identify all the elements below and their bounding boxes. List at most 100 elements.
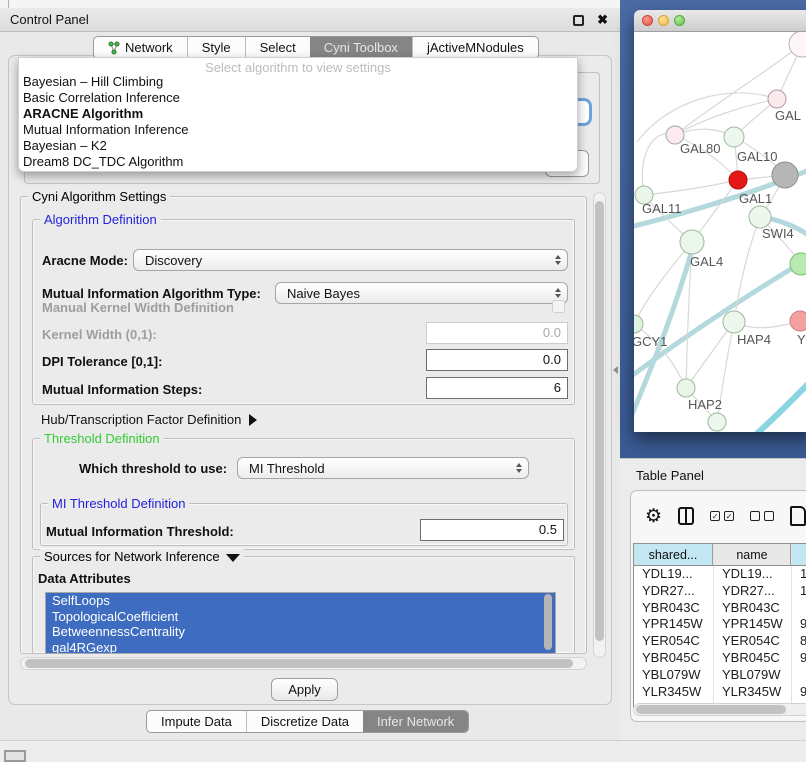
- zoom-traffic-light-icon[interactable]: [674, 15, 685, 26]
- mi-steps-input[interactable]: 6: [426, 377, 568, 399]
- algorithm-option[interactable]: Bayesian – K2: [19, 138, 577, 154]
- hscroll-thumb[interactable]: [25, 659, 573, 668]
- manual-kernel-checkbox[interactable]: [552, 300, 565, 313]
- network-edge[interactable]: [675, 99, 777, 135]
- network-node[interactable]: [677, 379, 695, 397]
- algorithm-option-selected[interactable]: ARACNE Algorithm: [19, 106, 577, 122]
- network-node-label: GAL80: [680, 141, 720, 156]
- tab-impute-data[interactable]: Impute Data: [147, 711, 246, 732]
- list-scrollbar[interactable]: [544, 594, 552, 650]
- table-header: shared... name A: [634, 544, 806, 566]
- control-panel-title: Control Panel: [0, 12, 89, 27]
- screen: Control Panel ✖ Network Style Select: [0, 0, 806, 762]
- gear-icon[interactable]: ⚙: [645, 505, 662, 528]
- tab-cyni-toolbox[interactable]: Cyni Toolbox: [310, 37, 412, 58]
- kernel-width-input[interactable]: 0.0: [426, 322, 568, 344]
- tab-select[interactable]: Select: [245, 37, 310, 58]
- mi-type-combo[interactable]: Naive Bayes: [275, 282, 568, 304]
- network-edge[interactable]: [634, 260, 806, 380]
- network-edge[interactable]: [752, 376, 806, 432]
- columns-icon[interactable]: [678, 507, 694, 525]
- close-icon[interactable]: ✖: [597, 12, 608, 28]
- cyni-settings-title: Cyni Algorithm Settings: [28, 189, 170, 204]
- table-hscroll-thumb[interactable]: [636, 705, 786, 714]
- network-node[interactable]: [708, 413, 726, 431]
- bottom-tabs: Impute Data Discretize Data Infer Networ…: [146, 710, 469, 733]
- network-node-label: GAL11: [642, 201, 682, 216]
- network-node[interactable]: [723, 311, 745, 333]
- page-icon[interactable]: [790, 506, 806, 526]
- network-node-label: GAL1: [739, 191, 772, 206]
- bottom-strip: [0, 740, 806, 762]
- network-node[interactable]: [790, 311, 806, 331]
- float-window-icon[interactable]: [573, 15, 584, 26]
- apply-button[interactable]: Apply: [271, 678, 338, 701]
- table-row[interactable]: YBR043CYBR043C: [634, 600, 806, 617]
- mi-type-label: Mutual Information Algorithm Type:: [42, 286, 261, 301]
- tab-network-label: Network: [125, 40, 173, 55]
- network-node[interactable]: [790, 253, 806, 275]
- table-hscrollbar[interactable]: [633, 703, 806, 716]
- close-traffic-light-icon[interactable]: [642, 15, 653, 26]
- network-window-titlebar[interactable]: [634, 10, 806, 32]
- network-node[interactable]: [729, 171, 747, 189]
- tab-infer-network[interactable]: Infer Network: [363, 711, 468, 732]
- tab-network[interactable]: Network: [94, 37, 187, 58]
- table-row[interactable]: YBR045CYBR045C9.: [634, 650, 806, 667]
- network-node-label: GAL4: [690, 254, 723, 269]
- network-node[interactable]: [724, 127, 744, 147]
- algorithm-dropdown-popup: Select algorithm to view settings Bayesi…: [18, 57, 578, 172]
- settings-vscrollbar[interactable]: [593, 192, 606, 658]
- table-row[interactable]: YER054CYER054C8.: [634, 633, 806, 650]
- column-header-shared[interactable]: shared...: [634, 544, 713, 565]
- settings-hscrollbar[interactable]: [20, 657, 587, 670]
- table-row[interactable]: YLR345WYLR345W9.: [634, 684, 806, 701]
- network-node[interactable]: [680, 230, 704, 254]
- hub-definition-expander[interactable]: Hub/Transcription Factor Definition: [41, 412, 257, 427]
- list-item[interactable]: SelfLoops: [46, 593, 555, 609]
- network-node-label: GAL10: [737, 149, 777, 164]
- list-item[interactable]: TopologicalCoefficient: [46, 609, 555, 625]
- which-threshold-combo[interactable]: MI Threshold: [237, 457, 529, 479]
- collapse-arrow-icon[interactable]: [226, 554, 240, 562]
- column-header-third[interactable]: A: [791, 544, 806, 565]
- split-divider-arrow[interactable]: [613, 366, 618, 374]
- top-tick: [8, 0, 9, 8]
- aracne-mode-label: Aracne Mode:: [42, 253, 128, 268]
- algorithm-option[interactable]: Bayesian – Hill Climbing: [19, 74, 577, 90]
- table-panel-title: Table Panel: [636, 468, 704, 483]
- table-row[interactable]: YDL19...YDL19...13: [634, 566, 806, 583]
- network-node[interactable]: [749, 206, 771, 228]
- data-attributes-list[interactable]: SelfLoops TopologicalCoefficient Between…: [45, 592, 556, 654]
- unchecked-boxes-icon[interactable]: [750, 511, 774, 521]
- table-row[interactable]: YBL079WYBL079W: [634, 667, 806, 684]
- column-header-name[interactable]: name: [713, 544, 791, 565]
- table-row[interactable]: YPR145WYPR145W9.: [634, 616, 806, 633]
- vscroll-thumb[interactable]: [595, 201, 604, 641]
- aracne-mode-combo[interactable]: Discovery: [133, 249, 568, 271]
- network-node[interactable]: [789, 32, 806, 57]
- tab-style[interactable]: Style: [187, 37, 245, 58]
- node-table: shared... name A YDL19...YDL19...13 YDR2…: [633, 543, 806, 709]
- list-item[interactable]: BetweennessCentrality: [46, 624, 555, 640]
- algorithm-option[interactable]: Dream8 DC_TDC Algorithm: [19, 154, 577, 170]
- tab-jactivemnodules[interactable]: jActiveMNodules: [412, 37, 538, 58]
- table-row[interactable]: YDR27...YDR27...12: [634, 583, 806, 600]
- table-toolbar: ⚙ ✓✓: [631, 491, 806, 541]
- algorithm-option[interactable]: Basic Correlation Inference: [19, 90, 577, 106]
- network-view[interactable]: GALGAL80GAL10GAL1GAL11SWI4GAL4HAP4YGCY1H…: [634, 32, 806, 432]
- network-edge[interactable]: [644, 180, 738, 195]
- algorithm-option[interactable]: Mutual Information Inference: [19, 122, 577, 138]
- dpi-tolerance-input[interactable]: 0.0: [426, 349, 568, 371]
- network-node[interactable]: [772, 162, 798, 188]
- dpi-tolerance-label: DPI Tolerance [0,1]:: [42, 354, 162, 369]
- network-edge[interactable]: [734, 217, 760, 322]
- minimized-panel-icon[interactable]: [4, 750, 26, 762]
- network-node-label: Y: [797, 332, 806, 347]
- network-node[interactable]: [768, 90, 786, 108]
- checked-boxes-icon[interactable]: ✓✓: [710, 511, 734, 521]
- minimize-traffic-light-icon[interactable]: [658, 15, 669, 26]
- list-item[interactable]: gal4RGexp: [46, 640, 555, 655]
- tab-discretize-data[interactable]: Discretize Data: [246, 711, 363, 732]
- mit-input[interactable]: 0.5: [420, 519, 564, 541]
